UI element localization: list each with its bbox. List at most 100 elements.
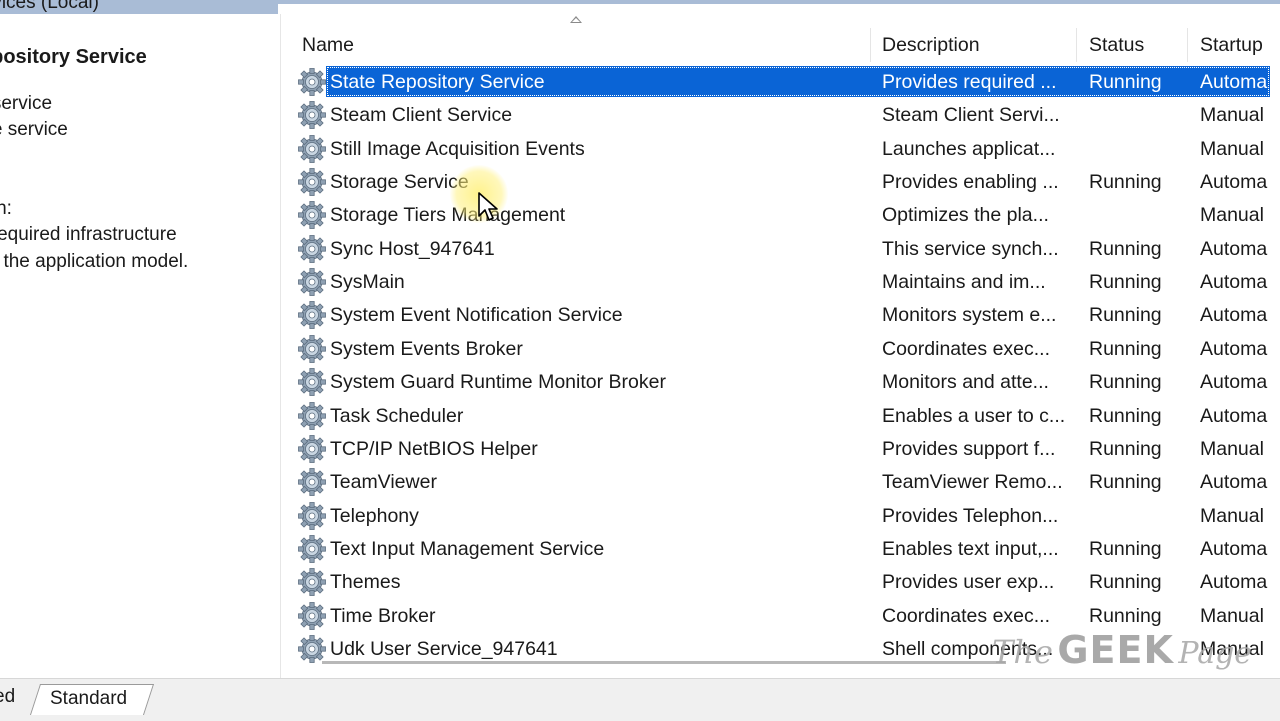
service-name: Storage Tiers Management	[330, 204, 566, 227]
gear-icon	[298, 300, 328, 330]
service-status: Running	[1089, 537, 1162, 560]
service-description: TeamViewer Remo...	[882, 471, 1063, 494]
service-description: Provides Telephon...	[882, 504, 1059, 527]
tab-standard[interactable]: Standard	[50, 688, 127, 710]
service-name: Steam Client Service	[330, 104, 513, 127]
gear-icon	[298, 601, 328, 631]
service-row[interactable]: Text Input Management Service Enables te…	[288, 533, 1280, 566]
description-text-line-2: for the application model.	[0, 251, 189, 272]
service-description: Launches applicat...	[882, 137, 1056, 160]
service-row[interactable]: System Events Broker Coordinates exec...…	[288, 333, 1280, 366]
service-startup-type: Automa	[1200, 471, 1268, 494]
title-band	[278, 0, 1280, 4]
gear-icon	[298, 334, 328, 364]
service-description: Optimizes the pla...	[882, 204, 1049, 227]
service-startup-type: Automa	[1200, 71, 1268, 93]
service-row[interactable]: Themes Provides user exp... Running Auto…	[288, 566, 1280, 599]
service-startup-type: Manual	[1200, 137, 1264, 160]
service-status: Running	[1089, 271, 1162, 294]
service-row[interactable]: Telephony Provides Telephon... Manual	[288, 500, 1280, 533]
service-name: SysMain	[330, 271, 405, 294]
service-startup-type: Manual	[1200, 204, 1264, 227]
description-label: tion:	[0, 198, 12, 219]
description-text-line-1: s required infrastructure	[0, 224, 177, 245]
service-status: Running	[1089, 371, 1162, 394]
service-row[interactable]: Still Image Acquisition Events Launches …	[288, 133, 1280, 166]
service-description: Provides enabling ...	[882, 171, 1059, 194]
service-name: Sync Host_947641	[330, 237, 495, 260]
gear-icon	[298, 167, 328, 197]
gear-icon	[298, 234, 328, 264]
service-startup-type: Automa	[1200, 537, 1268, 560]
tab-extended[interactable]: ed	[0, 686, 15, 708]
watermark-geek: GEEK	[1057, 628, 1174, 672]
gear-icon	[298, 401, 328, 431]
restart-service-link[interactable]: the service	[0, 119, 68, 141]
service-row[interactable]: Storage Service Provides enabling ... Ru…	[288, 166, 1280, 199]
service-description: Provides support f...	[882, 437, 1056, 460]
service-startup-type: Manual	[1200, 104, 1264, 127]
stop-service-link[interactable]: e service	[0, 93, 52, 115]
gear-icon	[298, 501, 328, 531]
service-row[interactable]: Steam Client Service Steam Client Servi.…	[288, 99, 1280, 132]
gear-icon	[298, 467, 328, 497]
service-row[interactable]: System Event Notification Service Monito…	[288, 299, 1280, 332]
service-row[interactable]: TeamViewer TeamViewer Remo... Running Au…	[288, 466, 1280, 499]
service-status: Running	[1089, 237, 1162, 260]
column-header-row: Name Description Status Startup	[288, 28, 1280, 62]
extended-description-pane: epository Service e service the service …	[0, 14, 281, 678]
view-tab-bar	[0, 678, 1280, 721]
service-name: Themes	[330, 571, 401, 594]
service-name: Time Broker	[330, 604, 436, 627]
service-row[interactable]: State Repository Service Provides requir…	[288, 66, 1280, 99]
service-status	[1089, 500, 1189, 532]
gear-icon	[298, 67, 328, 97]
service-name: Telephony	[330, 504, 419, 527]
gear-icon	[298, 434, 328, 464]
service-name: State Repository Service	[330, 71, 545, 93]
service-startup-type: Automa	[1200, 371, 1268, 394]
gear-icon	[298, 534, 328, 564]
service-description: Enables a user to c...	[882, 404, 1066, 427]
service-status: Running	[1089, 471, 1162, 494]
services-list: Name Description Status Startup State Re…	[288, 10, 1280, 675]
service-name: System Guard Runtime Monitor Broker	[330, 371, 666, 394]
service-description: Steam Client Servi...	[882, 104, 1060, 127]
gear-icon	[298, 367, 328, 397]
service-description: This service synch...	[882, 237, 1059, 260]
service-status: Running	[1089, 404, 1162, 427]
column-header-name[interactable]: Name	[302, 28, 871, 62]
column-header-status[interactable]: Status	[1089, 28, 1188, 62]
service-row[interactable]: Storage Tiers Management Optimizes the p…	[288, 199, 1280, 232]
service-status: Running	[1089, 171, 1162, 194]
gear-icon	[298, 200, 328, 230]
service-status: Running	[1089, 337, 1162, 360]
service-status	[1089, 133, 1189, 165]
service-name: TeamViewer	[330, 471, 437, 494]
column-header-description[interactable]: Description	[882, 28, 1077, 62]
service-row[interactable]: Task Scheduler Enables a user to c... Ru…	[288, 400, 1280, 433]
watermark-page: Page	[1178, 636, 1253, 671]
service-row[interactable]: System Guard Runtime Monitor Broker Moni…	[288, 366, 1280, 399]
service-status	[1089, 99, 1189, 131]
service-description: Monitors and atte...	[882, 371, 1049, 394]
gear-icon	[298, 567, 328, 597]
gear-icon	[298, 634, 328, 664]
service-description: Monitors system e...	[882, 304, 1057, 327]
service-row[interactable]: Sync Host_947641 This service synch... R…	[288, 233, 1280, 266]
service-startup-type: Automa	[1200, 304, 1268, 327]
service-status: Running	[1089, 571, 1162, 594]
horizontal-scrollbar[interactable]	[322, 661, 1006, 664]
service-row[interactable]: TCP/IP NetBIOS Helper Provides support f…	[288, 433, 1280, 466]
service-status: Running	[1089, 604, 1162, 627]
column-header-startup[interactable]: Startup	[1200, 28, 1280, 62]
service-status: Running	[1089, 437, 1162, 460]
service-startup-type: Automa	[1200, 237, 1268, 260]
service-startup-type: Automa	[1200, 171, 1268, 194]
service-name: System Event Notification Service	[330, 304, 623, 327]
gear-icon	[298, 267, 328, 297]
watermark-the: The	[992, 633, 1053, 671]
service-status	[1089, 199, 1189, 231]
service-row[interactable]: SysMain Maintains and im... Running Auto…	[288, 266, 1280, 299]
gear-icon	[298, 134, 328, 164]
